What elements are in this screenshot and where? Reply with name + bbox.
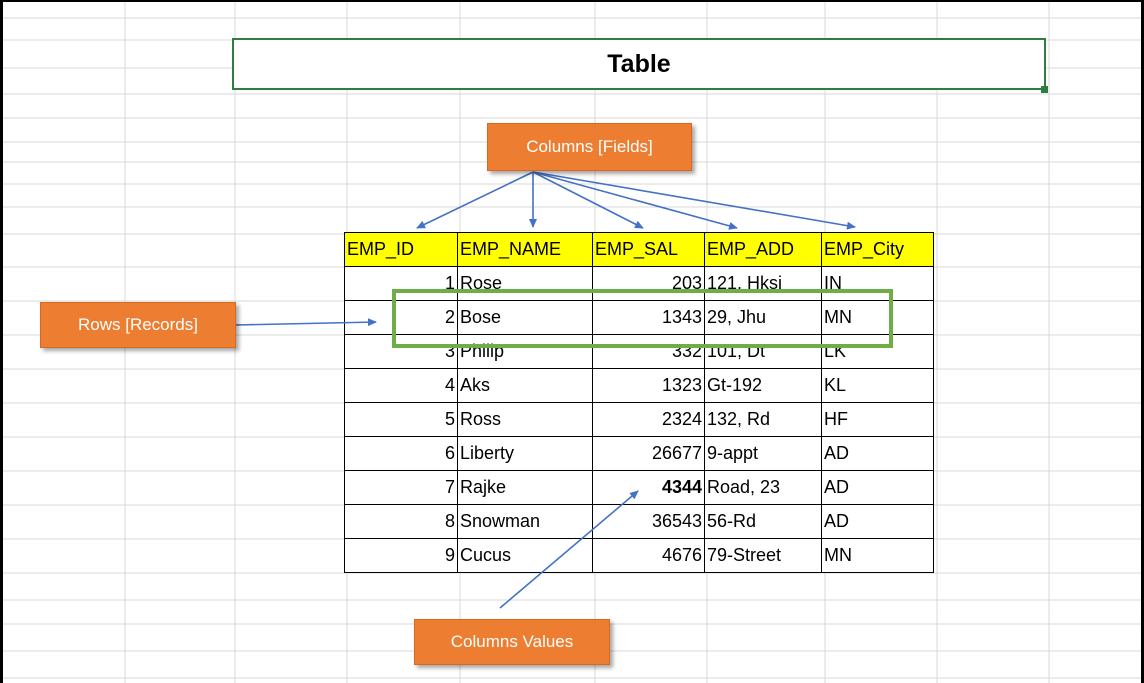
cell-emp-sal[interactable]: 26677 xyxy=(592,436,705,471)
cell-emp-id[interactable]: 7 xyxy=(344,470,458,505)
cell-emp-sal[interactable]: 36543 xyxy=(592,504,705,539)
employee-table: EMP_ID EMP_NAME EMP_SAL EMP_ADD EMP_City… xyxy=(344,232,934,573)
columns-fields-callout: Columns [Fields] xyxy=(487,123,692,171)
cell-emp-sal[interactable]: 4344 xyxy=(592,470,705,505)
cell-emp-add[interactable]: 132, Rd xyxy=(704,402,822,437)
cell-emp-id[interactable]: 5 xyxy=(344,402,458,437)
table-row: 7 Rajke 4344 Road, 23 AD xyxy=(344,470,934,505)
cell-emp-add[interactable]: 9-appt xyxy=(704,436,822,471)
header-emp-sal[interactable]: EMP_SAL xyxy=(592,232,705,267)
cell-emp-sal[interactable]: 4676 xyxy=(592,538,705,573)
cell-emp-city[interactable]: AD xyxy=(821,436,934,471)
cell-emp-sal[interactable]: 2324 xyxy=(592,402,705,437)
header-emp-name[interactable]: EMP_NAME xyxy=(457,232,593,267)
table-row: 8 Snowman 36543 56-Rd AD xyxy=(344,504,934,539)
cell-emp-city[interactable]: HF xyxy=(821,402,934,437)
columns-fields-label: Columns [Fields] xyxy=(526,137,653,156)
cell-emp-name[interactable]: Liberty xyxy=(457,436,593,471)
cell-emp-city[interactable]: KL xyxy=(821,368,934,403)
cell-emp-city[interactable]: AD xyxy=(821,470,934,505)
cell-emp-id[interactable]: 6 xyxy=(344,436,458,471)
row-highlight-box xyxy=(392,289,893,348)
cell-emp-sal[interactable]: 1323 xyxy=(592,368,705,403)
selection-handle[interactable] xyxy=(1041,86,1048,93)
table-row: 9 Cucus 4676 79-Street MN xyxy=(344,538,934,573)
table-row: 5 Ross 2324 132, Rd HF xyxy=(344,402,934,437)
cell-emp-id[interactable]: 8 xyxy=(344,504,458,539)
columns-values-label: Columns Values xyxy=(450,632,574,651)
cell-emp-name[interactable]: Rajke xyxy=(457,470,593,505)
header-emp-id[interactable]: EMP_ID xyxy=(344,232,458,267)
cell-emp-name[interactable]: Aks xyxy=(457,368,593,403)
cell-emp-name[interactable]: Cucus xyxy=(457,538,593,573)
table-row: 6 Liberty 26677 9-appt AD xyxy=(344,436,934,471)
header-emp-city[interactable]: EMP_City xyxy=(821,232,934,267)
columns-values-callout: Columns Values xyxy=(414,619,610,665)
cell-emp-name[interactable]: Ross xyxy=(457,402,593,437)
title-box: Table xyxy=(232,38,1046,90)
cell-emp-city[interactable]: AD xyxy=(821,504,934,539)
cell-emp-id[interactable]: 9 xyxy=(344,538,458,573)
cell-emp-add[interactable]: 79-Street xyxy=(704,538,822,573)
rows-records-callout: Rows [Records] xyxy=(40,302,236,348)
cell-emp-add[interactable]: Gt-192 xyxy=(704,368,822,403)
table-row: 4 Aks 1323 Gt-192 KL xyxy=(344,368,934,403)
cell-emp-city[interactable]: MN xyxy=(821,538,934,573)
header-row: EMP_ID EMP_NAME EMP_SAL EMP_ADD EMP_City xyxy=(344,232,934,267)
cell-emp-id[interactable]: 4 xyxy=(344,368,458,403)
cell-emp-add[interactable]: 56-Rd xyxy=(704,504,822,539)
cell-emp-name[interactable]: Snowman xyxy=(457,504,593,539)
header-emp-add[interactable]: EMP_ADD xyxy=(704,232,822,267)
cell-emp-add[interactable]: Road, 23 xyxy=(704,470,822,505)
rows-records-label: Rows [Records] xyxy=(78,315,198,334)
title-text: Table xyxy=(607,49,671,78)
